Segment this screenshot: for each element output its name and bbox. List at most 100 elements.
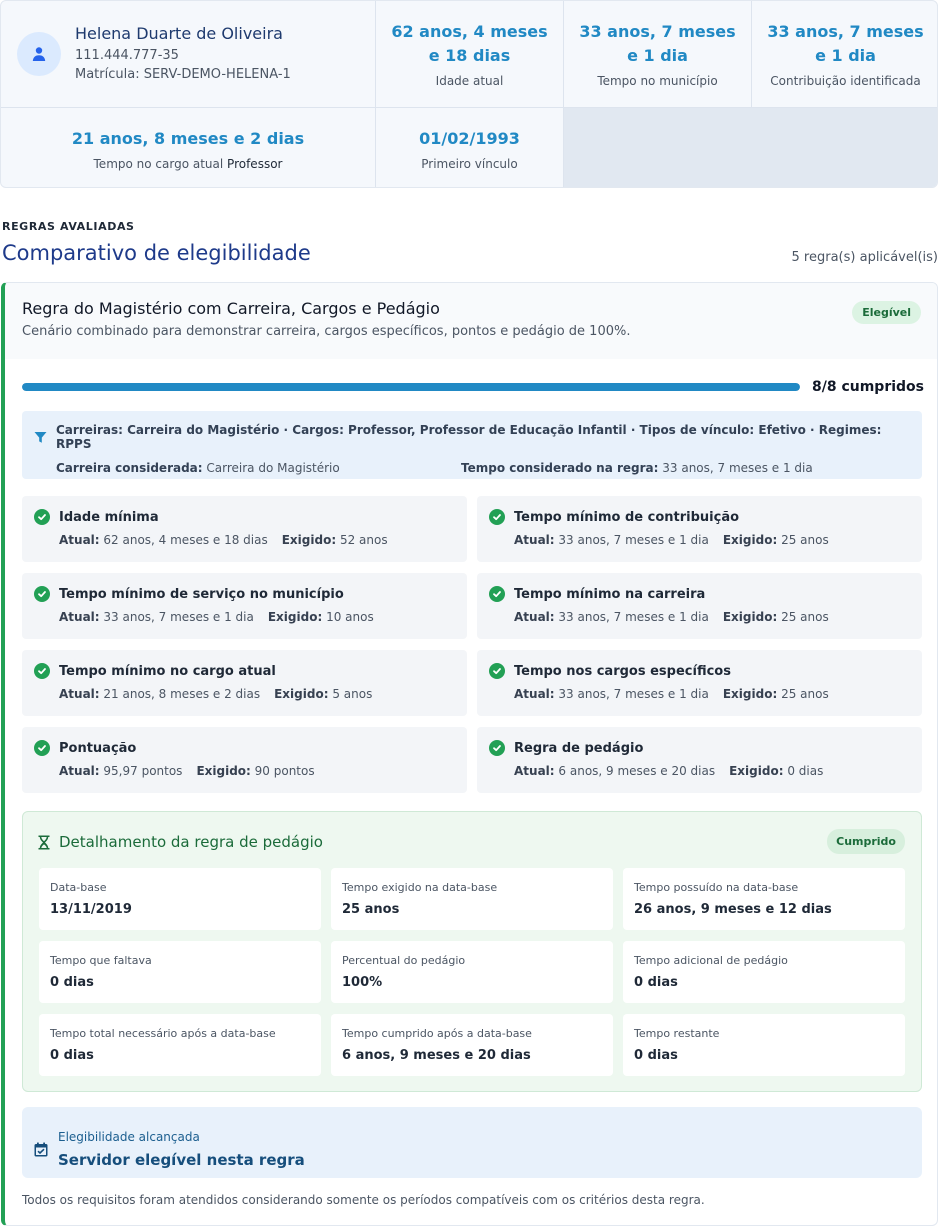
requirement-actual: 33 anos, 7 meses e 1 dia <box>558 533 709 547</box>
toll-item: Tempo cumprido após a data-base 6 anos, 9… <box>331 1014 613 1076</box>
eligibility-reached: Elegibilidade alcançada Servidor elegíve… <box>22 1107 922 1178</box>
requirement-actual: 21 anos, 8 meses e 2 dias <box>103 687 261 701</box>
toll-item-label: Tempo total necessário após a data-base <box>50 1027 276 1040</box>
rule-criteria: Carreiras: Carreira do Magistério · Carg… <box>22 411 922 479</box>
requirement-title-text: Tempo nos cargos específicos <box>514 663 731 679</box>
requirement-actual-label: Atual: <box>59 610 100 624</box>
stat-municipality: 33 anos, 7 meses e 1 dia Tempo no municí… <box>564 1 752 108</box>
requirement-actual: 6 anos, 9 meses e 20 dias <box>558 764 716 778</box>
toll-item-label: Tempo possuído na data-base <box>634 881 799 894</box>
stat-municipality-value: 33 anos, 7 meses e 1 dia <box>579 22 736 65</box>
requirement-required-label: Exigido: <box>722 533 778 547</box>
check-circle-icon <box>34 663 50 679</box>
requirement-actual: 33 anos, 7 meses e 1 dia <box>103 610 254 624</box>
requirements-grid: Idade mínima Atual: 62 anos, 4 meses e 18… <box>22 496 922 793</box>
career-considered: Carreira considerada: Carreira do Magist… <box>56 461 461 475</box>
stat-age: 62 anos, 4 meses e 18 dias Idade atual <box>376 1 564 108</box>
toll-item-label: Tempo exigido na data-base <box>342 881 498 894</box>
rule-header: Regra do Magistério com Carreira, Cargos… <box>5 283 937 359</box>
person-registration: Matrícula: SERV-DEMO-HELENA-1 <box>75 67 291 82</box>
toll-item-value: 26 anos, 9 meses e 12 dias <box>634 902 832 917</box>
check-circle-icon <box>34 586 50 602</box>
requirement-title-text: Tempo mínimo no cargo atual <box>59 663 276 679</box>
requirement-actual-label: Atual: <box>514 610 555 624</box>
toll-item: Tempo adicional de pedágio 0 dias <box>623 941 905 1003</box>
requirement-title-text: Regra de pedágio <box>514 740 644 756</box>
calendar-check-icon <box>34 1142 48 1157</box>
stat-first-bond-value: 01/02/1993 <box>419 128 520 148</box>
requirement-actual-label: Atual: <box>514 533 555 547</box>
requirement-card: Tempo mínimo de serviço no município Atua… <box>22 573 467 639</box>
avatar <box>17 32 61 76</box>
requirement-required: 10 anos <box>326 610 374 624</box>
toll-item: Tempo possuído na data-base 26 anos, 9 me… <box>623 868 905 930</box>
requirement-required-label: Exigido: <box>267 610 323 624</box>
toll-item-label: Tempo que faltava <box>50 954 152 967</box>
stat-position-value: 21 anos, 8 meses e 2 dias <box>71 128 305 148</box>
requirement-actual-label: Atual: <box>514 687 555 701</box>
requirement-meta: Atual: 33 anos, 7 meses e 1 dia Exigido: … <box>489 610 910 624</box>
requirement-meta: Atual: 62 anos, 4 meses e 18 dias Exigido… <box>34 533 455 547</box>
criteria-line: Carreiras: Carreira do Magistério · Carg… <box>34 423 908 451</box>
toll-item-label: Data-base <box>50 881 107 894</box>
stat-position-label-text: Tempo no cargo atual <box>93 156 224 171</box>
toll-item: Tempo que faltava 0 dias <box>39 941 321 1003</box>
toll-item-value: 0 dias <box>634 975 678 990</box>
toll-item-label: Percentual do pedágio <box>342 954 466 967</box>
toll-item-label: Tempo cumprido após a data-base <box>342 1027 532 1040</box>
requirement-actual: 33 anos, 7 meses e 1 dia <box>558 687 709 701</box>
stat-position: 21 anos, 8 meses e 2 dias Tempo no cargo… <box>1 108 376 187</box>
requirement-required-label: Exigido: <box>281 533 337 547</box>
check-circle-icon <box>489 586 505 602</box>
requirement-required: 0 dias <box>787 764 824 778</box>
progress-row: 8/8 cumpridos <box>22 377 924 397</box>
progress-fill <box>22 383 800 391</box>
toll-item-value: 13/11/2019 <box>50 902 132 917</box>
progress-bar <box>22 383 800 391</box>
person-name: Helena Duarte de Oliveira <box>75 24 283 43</box>
stat-first-bond-label: Primeiro vínculo <box>421 156 518 171</box>
stat-contribution: 33 anos, 7 meses e 1 dia Contribuição id… <box>752 1 937 108</box>
requirement-meta: Atual: 33 anos, 7 meses e 1 dia Exigido: … <box>489 687 910 701</box>
requirement-title: Tempo mínimo no cargo atual <box>34 663 455 679</box>
time-considered: Tempo considerado na regra: 33 anos, 7 m… <box>461 461 813 475</box>
requirement-title: Tempo mínimo de contribuição <box>489 509 910 525</box>
requirement-meta: Atual: 21 anos, 8 meses e 2 dias Exigido:… <box>34 687 455 701</box>
toll-item-value: 0 dias <box>50 975 94 990</box>
stat-age-value: 62 anos, 4 meses e 18 dias <box>391 22 548 65</box>
requirement-title-text: Tempo mínimo de contribuição <box>514 509 740 525</box>
stat-contribution-value: 33 anos, 7 meses e 1 dia <box>767 22 924 65</box>
toll-item-label: Tempo adicional de pedágio <box>634 954 788 967</box>
stat-first-bond: 01/02/1993 Primeiro vínculo <box>376 108 564 187</box>
requirement-required: 25 anos <box>781 687 829 701</box>
requirement-title: Idade mínima <box>34 509 455 525</box>
requirement-actual-label: Atual: <box>59 764 100 778</box>
requirement-title: Tempo mínimo de serviço no município <box>34 586 455 602</box>
requirement-actual: 95,97 pontos <box>103 764 183 778</box>
requirement-title: Regra de pedágio <box>489 740 910 756</box>
toll-item-value: 6 anos, 9 meses e 20 dias <box>342 1048 531 1063</box>
requirement-card: Tempo nos cargos específicos Atual: 33 an… <box>477 650 922 716</box>
toll-grid: Data-base 13/11/2019 Tempo exigido na data… <box>39 868 905 1076</box>
stat-position-name: Professor <box>227 156 283 171</box>
toll-item-value: 0 dias <box>50 1048 94 1063</box>
career-label: Carreira considerada: <box>56 461 203 475</box>
requirement-title-text: Pontuação <box>59 740 137 756</box>
requirement-required-label: Exigido: <box>722 610 778 624</box>
requirement-required-label: Exigido: <box>274 687 329 701</box>
check-circle-icon <box>34 509 50 525</box>
toll-item: Tempo exigido na data-base 25 anos <box>331 868 613 930</box>
requirement-required: 52 anos <box>339 533 388 547</box>
person-info: Helena Duarte de Oliveira 111.444.777-35… <box>1 1 376 108</box>
stat-contribution-label: Contribuição identificada <box>770 74 921 88</box>
criteria-details: Carreira considerada: Carreira do Magist… <box>34 461 908 475</box>
reached-label: Elegibilidade alcançada <box>58 1130 200 1144</box>
toll-status-badge: Cumprido <box>827 829 905 854</box>
check-circle-icon <box>489 509 505 525</box>
rule-card: Regra do Magistério com Carreira, Cargos… <box>1 282 938 1226</box>
requirement-card: Tempo mínimo de contribuição Atual: 33 an… <box>477 496 922 562</box>
requirement-actual-label: Atual: <box>59 687 100 701</box>
summary-empty-area <box>564 108 937 187</box>
requirement-card: Idade mínima Atual: 62 anos, 4 meses e 18… <box>22 496 467 562</box>
stat-age-label: Idade atual <box>435 74 504 88</box>
